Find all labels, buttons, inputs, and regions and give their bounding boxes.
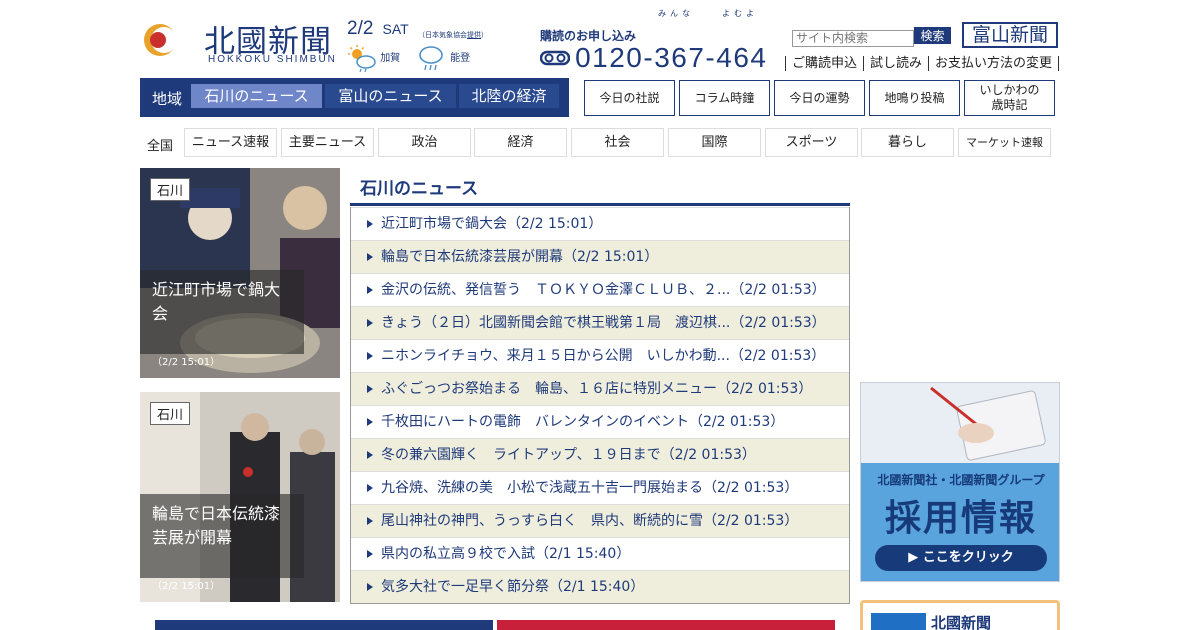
news-item[interactable]: 尾山神社の神門、うっすら白く 県内、断続的に雪（2/2 01:53）: [351, 504, 849, 537]
logo-sub: HOKKOKU SHIMBUN: [208, 54, 337, 65]
arrow-right-icon: [367, 319, 373, 327]
ruby-2: よむよ: [722, 9, 758, 18]
logo-mark-icon: [144, 20, 190, 60]
news-item[interactable]: ニホンライチョウ、来月１５日から公開 いしかわ動...（2/2 01:53）: [351, 339, 849, 372]
news-item[interactable]: 九谷焼、洗練の美 小松で浅蔵五十吉一門展始まる（2/2 01:53）: [351, 471, 849, 504]
arrow-right-icon: [367, 286, 373, 294]
phone-number[interactable]: 0120-367-464: [540, 42, 767, 74]
arrow-right-icon: [367, 583, 373, 591]
sun-cloud-icon: [348, 45, 376, 72]
category-market[interactable]: マーケット速報: [958, 128, 1051, 157]
category-all[interactable]: 全国: [147, 135, 173, 154]
feature-editorial[interactable]: 今日の社説: [584, 80, 675, 116]
search-button[interactable]: 検索: [914, 27, 951, 44]
weather-kaga-label: 加賀: [380, 53, 401, 64]
weather-credit-link[interactable]: 提供: [467, 31, 481, 39]
photo-caption: 輪島で日本伝統漆芸展が開幕: [140, 494, 304, 578]
tab-toyama-news[interactable]: 富山のニュース: [325, 84, 456, 108]
photo-story-1[interactable]: 石川 近江町市場で鍋大会 （2/2 15:01）: [140, 168, 340, 378]
photo-story-2[interactable]: 石川 輪島で日本伝統漆芸展が開幕 （2/2 15:01）: [140, 392, 340, 602]
site-logo[interactable]: 北國新聞 HOKKOKU SHIMBUN: [140, 16, 340, 66]
ad-line-2: 採用情報: [884, 498, 1037, 539]
date-display: 2/2 SAT: [347, 18, 409, 40]
weather-noto[interactable]: 能登: [417, 44, 470, 72]
arrow-right-icon: [367, 451, 373, 459]
category-politics[interactable]: 政治: [378, 128, 471, 157]
news-item[interactable]: ふぐごっつお祭始まる 輪島、１６店に特別メニュー（2/2 01:53）: [351, 372, 849, 405]
recruit-ad-banner[interactable]: 北國新聞社・北國新聞グループ 採用情報 ▶ ここをクリック: [860, 382, 1060, 582]
arrow-right-icon: [367, 550, 373, 558]
news-item[interactable]: 千枚田にハートの電飾 バレンタインのイベント（2/2 01:53）: [351, 405, 849, 438]
news-list: 近江町市場で鍋大会（2/2 15:01） 輪島で日本伝統漆芸展が開幕（2/2 1…: [350, 207, 850, 604]
arrow-right-icon: [367, 517, 373, 525]
news-item[interactable]: 気多大社で一足早く節分祭（2/1 15:40）: [351, 570, 849, 603]
feature-fortune[interactable]: 今日の運勢: [774, 80, 865, 116]
promo-logo: [871, 613, 926, 630]
link-subscribe[interactable]: ご購読申込: [785, 56, 863, 71]
toyama-shimbun-button[interactable]: 富山新聞: [962, 22, 1058, 48]
category-breaking[interactable]: ニュース速報: [184, 128, 277, 157]
site-search: 検索: [792, 27, 951, 47]
category-international[interactable]: 国際: [668, 128, 761, 157]
bottom-banner-2[interactable]: [497, 620, 835, 630]
news-item[interactable]: 冬の兼六園輝く ライトアップ、１９日まで（2/2 01:53）: [351, 438, 849, 471]
link-trial[interactable]: 試し読み: [863, 56, 928, 71]
link-payment-change[interactable]: お支払い方法の変更: [928, 56, 1060, 71]
ad-click-button[interactable]: ▶ ここをクリック: [875, 545, 1047, 571]
ad-photo: [861, 383, 1059, 473]
top-links: ご購読申込 試し読み お支払い方法の変更: [785, 56, 1060, 71]
arrow-right-icon: [367, 253, 373, 261]
arrow-right-icon: [367, 220, 373, 228]
arrow-right-icon: [367, 352, 373, 360]
day-value: SAT: [382, 21, 409, 37]
news-item[interactable]: きょう（２日）北國新聞会館で棋王戦第１局 渡辺棋...（2/2 01:53）: [351, 306, 849, 339]
feature-column[interactable]: コラム時鐘: [679, 80, 770, 116]
photo-time: （2/2 15:01）: [152, 357, 221, 368]
photo-region-tag: 石川: [150, 402, 191, 425]
page: 北國新聞 HOKKOKU SHIMBUN 2/2 SAT （日本気象協会提供） …: [0, 0, 1200, 630]
arrow-right-icon: [367, 484, 373, 492]
phone-number-text: 0120-367-464: [575, 42, 768, 73]
freedial-icon: [540, 50, 570, 66]
promo-box[interactable]: 北國新聞: [860, 600, 1060, 630]
category-major[interactable]: 主要ニュース: [281, 128, 374, 157]
weather-credit: （日本気象協会提供）: [418, 31, 488, 39]
news-item[interactable]: 輪島で日本伝統漆芸展が開幕（2/2 15:01）: [351, 240, 849, 273]
category-society[interactable]: 社会: [571, 128, 664, 157]
ad-line-1: 北國新聞社・北國新聞グループ: [877, 473, 1045, 487]
ruby-1: みんな: [658, 9, 694, 18]
search-input[interactable]: [792, 29, 914, 47]
news-item[interactable]: 県内の私立高９校で入試（2/1 15:40）: [351, 537, 849, 570]
feature-reader-posts[interactable]: 地鳴り投稿: [869, 80, 960, 116]
date-value: 2/2: [347, 18, 374, 39]
cloud-rain-icon: [419, 46, 443, 71]
arrow-right-icon: [367, 385, 373, 393]
category-economy[interactable]: 経済: [474, 128, 567, 157]
arrow-right-icon: [367, 418, 373, 426]
photo-region-tag: 石川: [150, 178, 191, 201]
news-item[interactable]: 金沢の伝統、発信誓う ＴＯＫＹＯ金澤ＣＬＵＢ、２...（2/2 01:53）: [351, 273, 849, 306]
region-nav: 地域 石川のニュース 富山のニュース 北陸の経済: [140, 78, 569, 117]
photo-caption: 近江町市場で鍋大会: [140, 270, 304, 354]
feature-seasonal[interactable]: いしかわの 歳時記: [964, 80, 1055, 116]
bottom-banner-1[interactable]: [155, 620, 493, 630]
category-living[interactable]: 暮らし: [861, 128, 954, 157]
weather-noto-label: 能登: [450, 53, 471, 64]
weather-kaga[interactable]: 加賀: [347, 44, 400, 72]
promo-title: 北國新聞: [931, 614, 992, 630]
tab-ishikawa-news[interactable]: 石川のニュース: [191, 84, 322, 108]
region-label: 地域: [152, 90, 183, 108]
tab-hokuriku-economy[interactable]: 北陸の経済: [459, 84, 559, 108]
photo-time: （2/2 15:01）: [152, 581, 221, 592]
news-item[interactable]: 近江町市場で鍋大会（2/2 15:01）: [351, 207, 849, 240]
category-sports[interactable]: スポーツ: [765, 128, 858, 157]
news-section-heading: 石川のニュース: [350, 174, 850, 206]
tablet-pen-icon: [930, 386, 1046, 461]
